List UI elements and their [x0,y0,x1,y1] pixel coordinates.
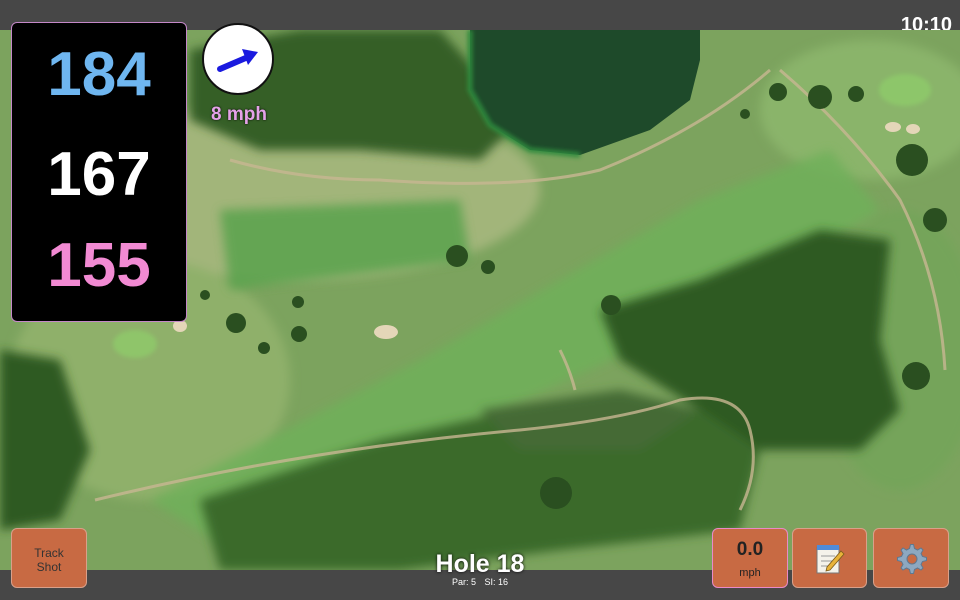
distance-middle: 167 [47,140,151,209]
hole-title: Hole 18 [435,550,525,578]
distance-front: 155 [47,231,151,300]
notepad-icon [816,545,845,574]
hole-par: Par: 5 [451,577,476,587]
distance-back: 184 [47,40,151,109]
speed-button[interactable]: 0.0 mph [712,528,788,588]
wind-direction-indicator [202,23,274,95]
hole-meta: Par: 5 SI: 16 [400,577,560,587]
track-shot-label-line1: Track [34,546,64,560]
hole-stroke-index: SI: 16 [484,577,509,587]
speed-unit: mph [739,567,761,579]
settings-button[interactable] [873,528,949,588]
wind-speed: 8 mph [211,104,267,125]
track-shot-button[interactable]: Track Shot [11,528,87,588]
speed-value: 0.0 [736,539,764,560]
notes-button[interactable] [792,528,867,588]
track-shot-label-line2: Shot [36,560,62,574]
wind-arrow-icon [217,49,258,72]
distance-panel: 184 167 155 [11,22,187,322]
gear-icon [897,544,927,574]
